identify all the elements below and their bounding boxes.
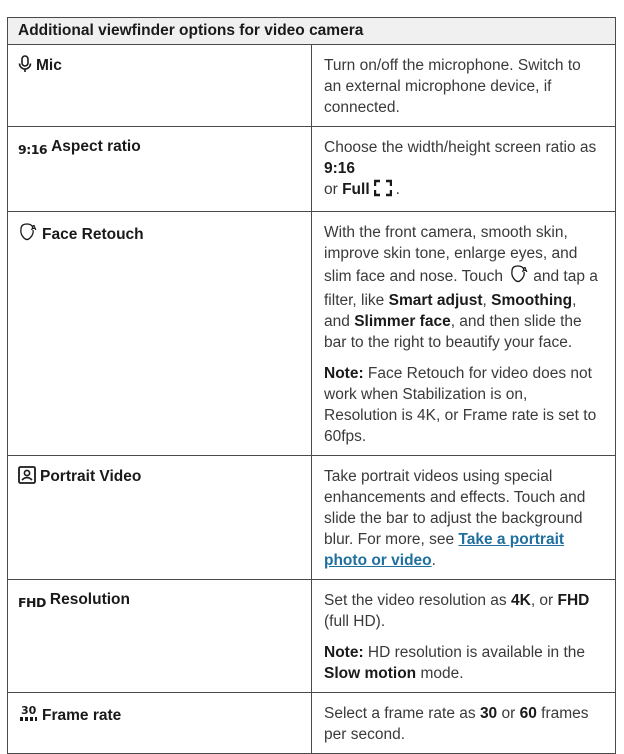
option-desc-cell: Take portrait videos using special enhan… — [311, 455, 616, 580]
option-name-cell: A Face Retouch — [7, 211, 312, 456]
option-desc-cell: Turn on/off the microphone. Switch to an… — [311, 44, 616, 127]
option-description: Select a frame rate as 30 or 60 frames p… — [324, 705, 589, 743]
option-name-cell: Portrait Video — [7, 455, 312, 580]
frame-rate-icon: 30 — [18, 703, 38, 729]
option-description: Set the video resolution as 4K, or FHD (… — [324, 592, 590, 630]
mic-icon — [18, 55, 32, 79]
svg-text:A: A — [31, 224, 37, 232]
option-label: Face Retouch — [42, 226, 144, 243]
option-name-cell: Mic — [7, 44, 312, 127]
option-label: Portrait Video — [40, 468, 142, 485]
option-name-cell: 9:16 Aspect ratio — [7, 126, 312, 212]
table-row: Mic Turn on/off the microphone. Switch t… — [7, 44, 616, 127]
option-desc-cell: Set the video resolution as 4K, or FHD (… — [311, 579, 616, 693]
option-description: Turn on/off the microphone. Switch to an… — [324, 57, 581, 116]
table-row: 9:16 Aspect ratio Choose the width/height… — [7, 126, 616, 212]
option-label: Resolution — [49, 591, 130, 608]
option-name-cell: FHD Resolution — [7, 579, 312, 693]
option-description: Take portrait videos using special enhan… — [324, 468, 586, 569]
aspect-ratio-icon: 9:16 — [18, 142, 48, 157]
option-name-cell: 30 Frame rate — [7, 692, 312, 754]
portrait-icon — [18, 466, 36, 490]
svg-text:A: A — [522, 266, 528, 274]
full-frame-icon — [373, 179, 392, 203]
svg-text:30: 30 — [21, 704, 37, 717]
option-label: Mic — [36, 57, 62, 74]
option-desc-cell: Choose the width/height screen ratio as … — [311, 126, 616, 212]
option-desc-cell: Select a frame rate as 30 or 60 frames p… — [311, 692, 616, 754]
table-row: 30 Frame rate Select a frame rate as 30 … — [7, 692, 616, 754]
option-desc-cell: With the front camera, smooth skin, impr… — [311, 211, 616, 456]
table-row: A Face Retouch With the front camera, sm… — [7, 211, 616, 456]
face-retouch-icon: A — [509, 264, 529, 290]
option-description: Choose the width/height screen ratio as … — [324, 137, 601, 203]
option-description: With the front camera, smooth skin, impr… — [324, 224, 598, 351]
option-label: Frame rate — [42, 707, 122, 724]
option-note: Note: HD resolution is available in the … — [324, 644, 586, 682]
resolution-icon: FHD — [18, 595, 46, 610]
option-note: Note: Face Retouch for video does not wo… — [324, 365, 597, 445]
option-label: Aspect ratio — [51, 138, 141, 155]
table-row: FHD Resolution Set the video resolution a… — [7, 579, 616, 693]
face-retouch-icon: A — [18, 222, 38, 248]
viewfinder-options-table: Additional viewfinder options for video … — [7, 17, 616, 754]
table-header: Additional viewfinder options for video … — [7, 17, 616, 45]
table-row: Portrait Video Take portrait videos usin… — [7, 455, 616, 580]
